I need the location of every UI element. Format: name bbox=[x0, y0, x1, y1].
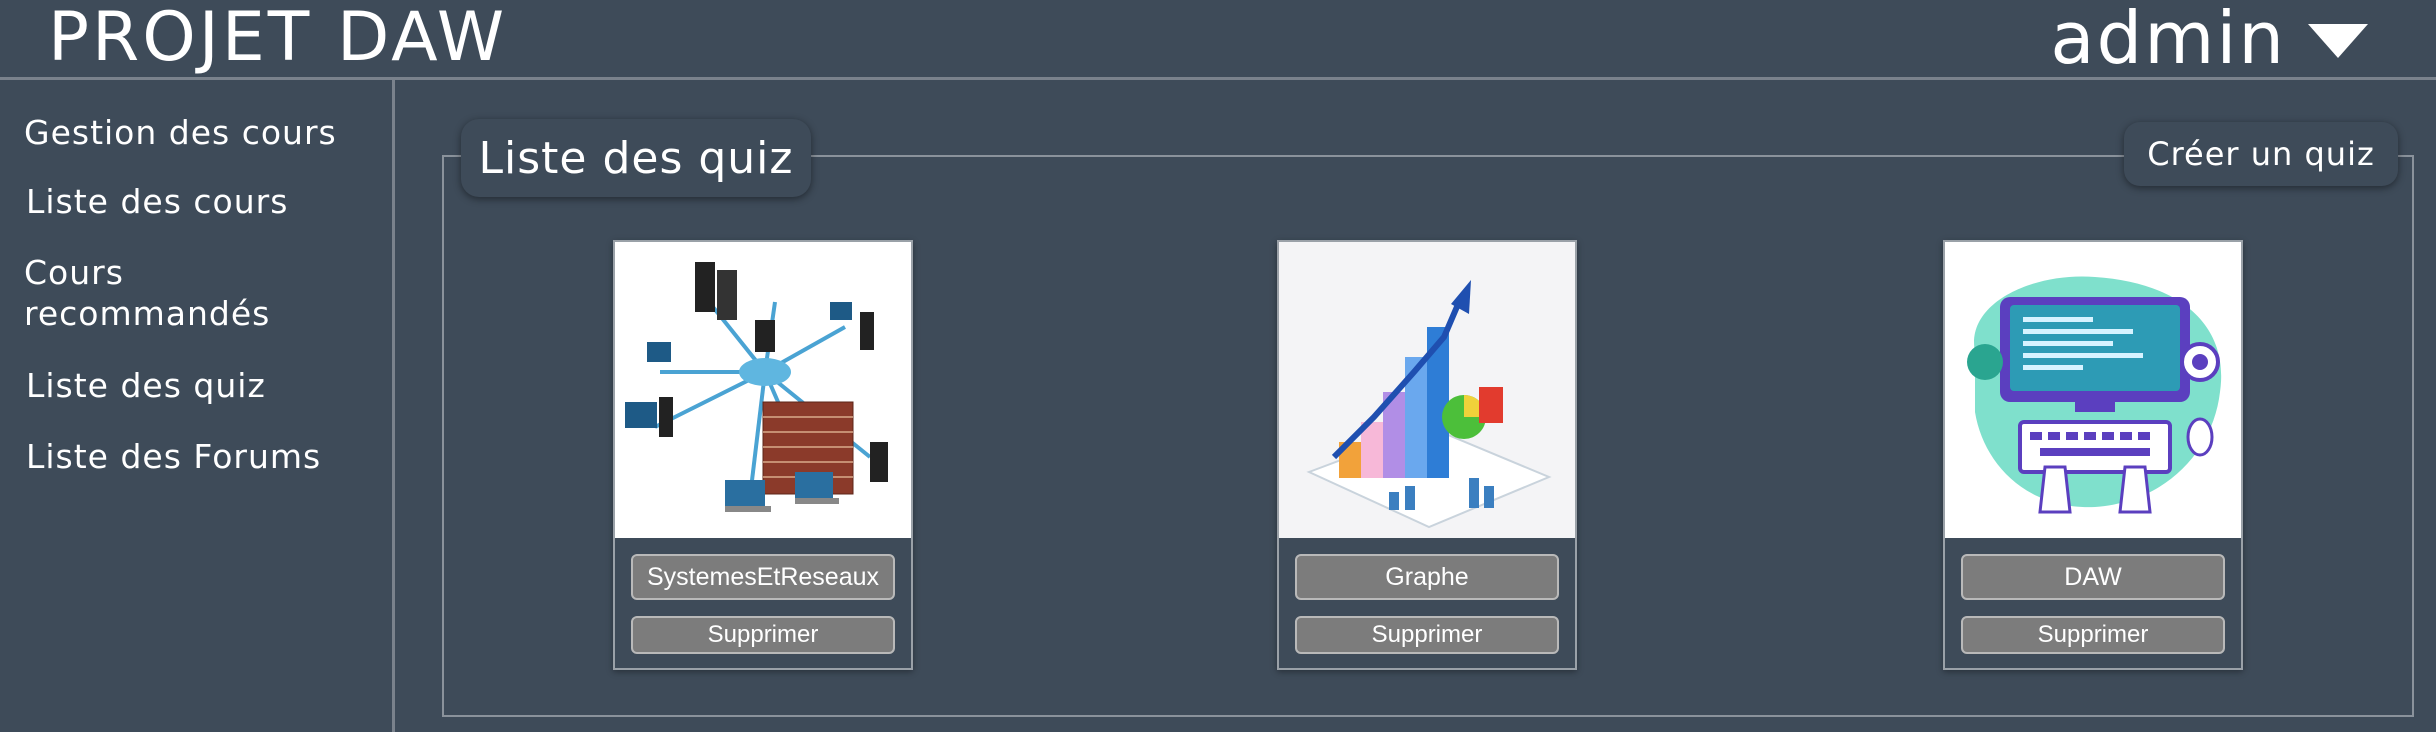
quiz-image-daw[interactable] bbox=[1945, 242, 2241, 538]
quiz-open-button[interactable]: DAW bbox=[1961, 554, 2225, 600]
quiz-delete-button[interactable]: Supprimer bbox=[1295, 616, 1559, 654]
network-firewall-illustration bbox=[615, 242, 911, 538]
quiz-image-graphe[interactable] bbox=[1279, 242, 1575, 538]
user-name: admin bbox=[2050, 0, 2286, 80]
quiz-card: SystemesEtReseaux Supprimer bbox=[613, 240, 913, 670]
quiz-delete-button[interactable]: Supprimer bbox=[631, 616, 895, 654]
quiz-card: DAW Supprimer bbox=[1943, 240, 2243, 670]
quiz-open-button[interactable]: Graphe bbox=[1295, 554, 1559, 600]
app-title: PROJET DAW bbox=[48, 0, 508, 77]
create-quiz-button[interactable]: Créer un quiz bbox=[2124, 122, 2398, 186]
sidebar-item-liste-forums[interactable]: Liste des Forums bbox=[26, 436, 386, 477]
sidebar-item-cours-recommandes[interactable]: Cours recommandés bbox=[24, 252, 324, 334]
sidebar-item-liste-cours[interactable]: Liste des cours bbox=[26, 181, 386, 222]
sidebar: Gestion des cours Liste des cours Cours … bbox=[0, 80, 395, 732]
web-developer-keyboard-illustration bbox=[1945, 242, 2241, 538]
bar-chart-growth-illustration bbox=[1279, 242, 1575, 538]
quiz-image-network[interactable] bbox=[615, 242, 911, 538]
page-title: Liste des quiz bbox=[461, 119, 811, 197]
sidebar-item-gestion-cours[interactable]: Gestion des cours bbox=[24, 112, 384, 153]
quiz-open-button[interactable]: SystemesEtReseaux bbox=[631, 554, 895, 600]
quiz-card: Graphe Supprimer bbox=[1277, 240, 1577, 670]
sidebar-item-liste-quiz[interactable]: Liste des quiz bbox=[26, 365, 386, 406]
caret-down-icon bbox=[2308, 24, 2368, 58]
top-header: PROJET DAW admin bbox=[0, 0, 2436, 80]
user-menu[interactable]: admin bbox=[2050, 0, 2368, 76]
quiz-delete-button[interactable]: Supprimer bbox=[1961, 616, 2225, 654]
